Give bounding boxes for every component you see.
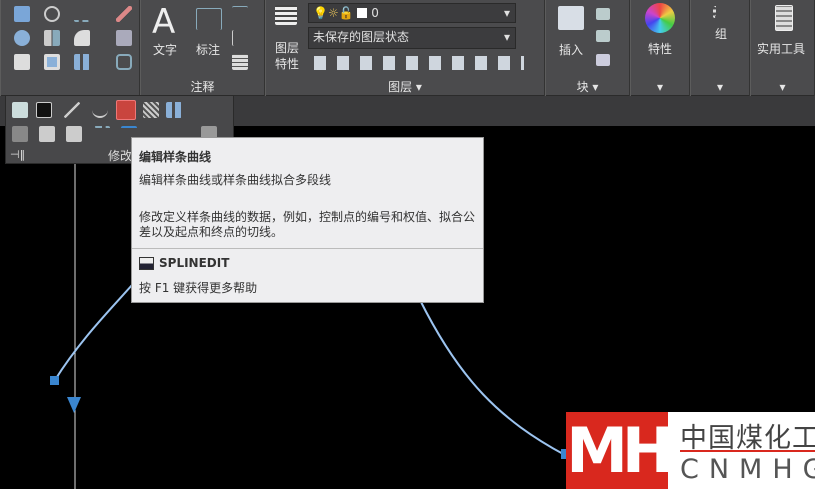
tooltip-description-2: 差以及起点和终点的切线。 (139, 225, 284, 239)
modify-panel-title[interactable]: 修改 (108, 147, 132, 164)
move-icon[interactable] (14, 6, 30, 22)
modify-panel (0, 0, 140, 96)
trim-icon[interactable] (74, 6, 90, 22)
stretch-icon[interactable] (14, 54, 30, 70)
utilities-expand[interactable]: ▾ (751, 79, 814, 96)
layer-state: 未保存的图层状态 (313, 30, 410, 44)
grip-arrow-icon[interactable] (67, 397, 81, 413)
utilities-panel: 实用工具 ▾ (750, 0, 815, 96)
spline-grip[interactable] (50, 376, 59, 385)
logo-rule (680, 450, 815, 452)
insert-icon[interactable] (558, 6, 584, 30)
layers-panel: 图层特性 💡☼🔓 0 ▾ 未保存的图层状态 ▾ 图层 ▾ (265, 0, 545, 96)
color-wheel-icon[interactable] (645, 3, 675, 33)
tooltip-help: 按 F1 键获得更多帮助 (139, 281, 258, 295)
table-icon[interactable] (232, 54, 248, 70)
calculator-icon[interactable] (775, 5, 793, 31)
logo-en: CNMHG (680, 454, 815, 485)
block-panel-title[interactable]: 块 ▾ (546, 79, 629, 96)
align-icon[interactable] (12, 126, 28, 142)
block-panel: 插入 块 ▾ (545, 0, 630, 96)
layer-tools-icons[interactable] (314, 56, 524, 70)
group-icon[interactable] (713, 6, 725, 18)
tooltip-command: SPLINEDIT (159, 256, 230, 270)
draworder-icon[interactable] (36, 102, 52, 118)
utilities-button[interactable]: 实用工具 (757, 40, 805, 57)
ribbon: A 文字 标注 注释 图层特性 💡☼🔓 0 ▾ 未保存的图层状态 ▾ 图层 ▾ 插入… (0, 0, 815, 96)
dimension-icon[interactable] (196, 8, 222, 30)
group-panel: 组 ▾ (690, 0, 750, 96)
properties-expand[interactable]: ▾ (631, 79, 689, 96)
tooltip-divider (132, 248, 483, 249)
properties-panel: 特性 ▾ (630, 0, 690, 96)
join-icon[interactable] (12, 102, 28, 118)
scale-icon[interactable] (44, 54, 60, 70)
annotation-panel: A 文字 标注 注释 (140, 0, 265, 96)
linear-dim-icon[interactable] (232, 6, 248, 22)
group-button[interactable]: 组 (715, 25, 727, 42)
reverse-icon[interactable] (94, 126, 110, 142)
tooltip: 编辑样条曲线 编辑样条曲线或样条曲线拟合多段线 修改定义样条曲线的数据，例如，控… (131, 137, 484, 303)
watermark-logo: MH 中国煤化工 CNMHG (566, 412, 815, 489)
leader-icon[interactable] (232, 30, 248, 46)
edit-block-icon[interactable] (596, 30, 610, 42)
current-layer: 0 (371, 6, 379, 20)
logo-mark: MH (566, 412, 674, 489)
attribute-icon[interactable] (596, 54, 610, 66)
annotation-panel-title[interactable]: 注释 (141, 79, 264, 96)
layer-dropdown[interactable]: 💡☼🔓 0 ▾ (308, 3, 516, 23)
spline-left[interactable] (54, 284, 133, 381)
edit-hatch-icon[interactable] (143, 102, 159, 118)
insert-button[interactable]: 插入 (559, 41, 583, 58)
copy-icon[interactable] (14, 30, 30, 46)
layers-panel-title[interactable]: 图层 ▾ (266, 79, 544, 96)
text-button[interactable]: 文字 (153, 41, 177, 58)
edit-polyline-icon[interactable] (92, 102, 108, 118)
tooltip-title: 编辑样条曲线 (139, 150, 212, 164)
properties-button[interactable]: 特性 (648, 40, 672, 57)
rotate-icon[interactable] (44, 6, 60, 22)
break-icon[interactable] (64, 102, 80, 118)
tooltip-summary: 编辑样条曲线或样条曲线拟合多段线 (139, 173, 332, 187)
break-at-point-icon[interactable] (39, 126, 55, 142)
erase-icon[interactable] (116, 6, 132, 22)
text-icon[interactable]: A (152, 2, 175, 42)
command-icon (139, 257, 154, 270)
array-icon[interactable] (74, 54, 90, 70)
mirror-icon[interactable] (44, 30, 60, 46)
fillet-icon[interactable] (74, 30, 90, 46)
lengthen-icon[interactable] (66, 126, 82, 142)
edit-spline-icon[interactable] (116, 100, 136, 120)
edit-array-icon[interactable] (166, 102, 182, 118)
layer-properties-icon[interactable] (275, 5, 297, 25)
group-expand[interactable]: ▾ (691, 79, 749, 96)
dimension-button[interactable]: 标注 (196, 41, 220, 58)
layer-properties-button[interactable]: 图层特性 (275, 40, 301, 72)
spline-right[interactable] (419, 299, 566, 456)
offset-icon[interactable] (116, 54, 132, 70)
create-block-icon[interactable] (596, 8, 610, 20)
pin-icon[interactable]: ⊣‖ (10, 148, 25, 161)
explode-icon[interactable] (116, 30, 132, 46)
layer-state-dropdown[interactable]: 未保存的图层状态 ▾ (308, 27, 516, 49)
